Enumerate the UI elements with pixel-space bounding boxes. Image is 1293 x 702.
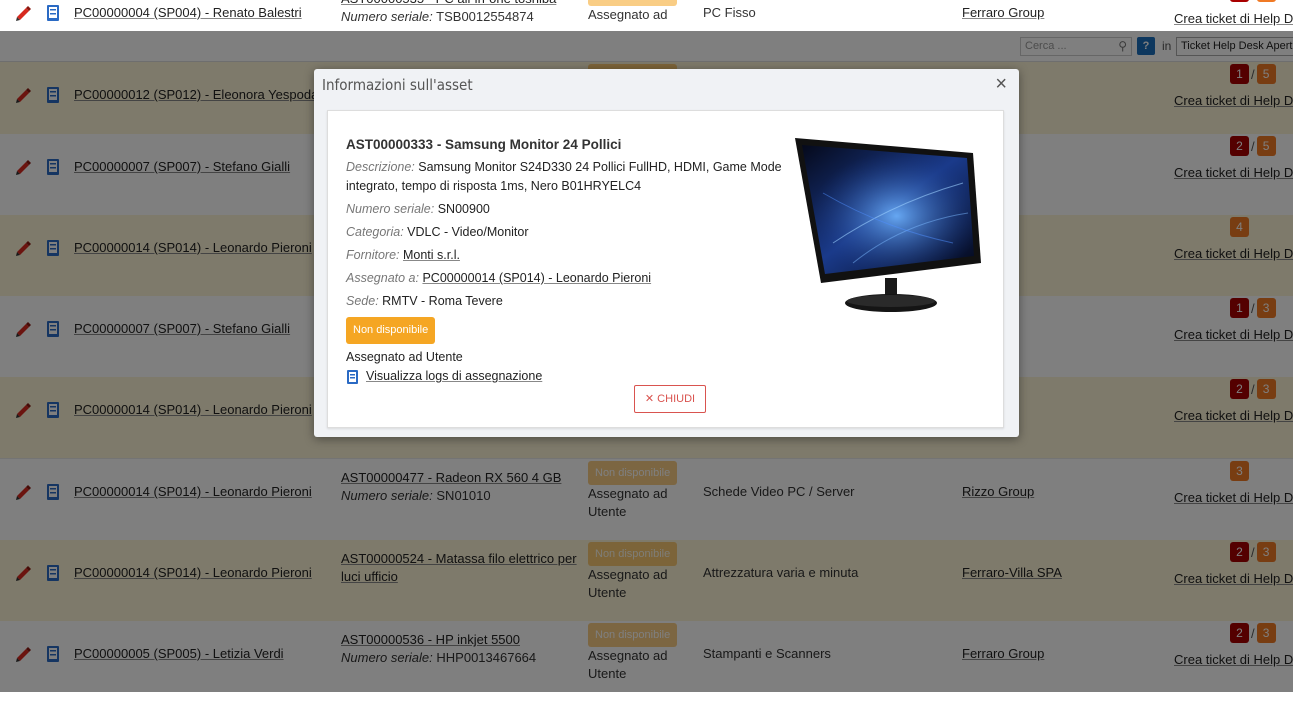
asset-info-modal: Informazioni sull'asset × AST00000333 - …: [314, 69, 1019, 437]
pc-link[interactable]: PC00000004 (SP004) - Renato Balestri: [74, 5, 302, 20]
site-value: RMTV - Roma Tevere: [382, 294, 503, 308]
assigned-row: Assegnato a: PC00000014 (SP014) - Leonar…: [346, 269, 786, 288]
logs-row: Visualizza logs di assegnazione: [346, 367, 786, 386]
close-button[interactable]: ✕ CHIUDI: [634, 385, 706, 413]
view-logs-link[interactable]: Visualizza logs di assegnazione: [366, 367, 542, 386]
count-total[interactable]: 5: [1256, 0, 1276, 2]
status-badge: Non disponibile: [588, 0, 678, 6]
assigned-to-user: Assegnato ad Utente: [346, 350, 463, 364]
description-label: Descrizione:: [346, 160, 415, 174]
asset-link[interactable]: AST00000535 - PC all-in-one toshiba: [341, 0, 556, 6]
category-cell: PC Fisso: [703, 5, 756, 20]
supplier-label: Fornitore:: [346, 248, 400, 262]
asset-title: AST00000333 - Samsung Monitor 24 Pollici: [346, 137, 622, 152]
book-icon: [347, 369, 358, 384]
serial-label: Numero seriale:: [346, 202, 435, 216]
create-ticket-link[interactable]: Crea ticket di Help Desk: [1174, 11, 1293, 26]
monitor-image: [795, 138, 981, 312]
assigned-text: Assegnato ad: [588, 7, 668, 22]
close-icon[interactable]: ×: [995, 73, 1007, 96]
category-value: VDLC - Video/Monitor: [407, 225, 529, 239]
category-label: Categoria:: [346, 225, 404, 239]
book-icon[interactable]: [46, 4, 62, 22]
modal-body: AST00000333 - Samsung Monitor 24 Pollici…: [327, 110, 1004, 428]
supplier-row: Fornitore: Monti s.r.l.: [346, 246, 786, 265]
status-badge: Non disponibile: [346, 317, 436, 344]
serial-value: SN00900: [437, 202, 490, 216]
asset-cell: AST00000535 - PC all-in-one toshiba Nume…: [341, 0, 556, 26]
status-cell: Non disponibile Assegnato ad: [588, 0, 678, 24]
table-row: PC00000004 (SP004) - Renato Balestri AST…: [0, 0, 1293, 31]
category-row: Categoria: VDLC - Video/Monitor: [346, 223, 786, 242]
description-row: Descrizione: Samsung Monitor S24D330 24 …: [346, 158, 786, 196]
site-label: Sede:: [346, 294, 379, 308]
serial-label: Numero seriale:: [341, 9, 433, 24]
assigned-label: Assegnato a:: [346, 271, 419, 285]
supplier-link[interactable]: Monti s.r.l.: [403, 248, 460, 262]
count-open[interactable]: 2: [1230, 0, 1249, 2]
serial-row: Numero seriale: SN00900: [346, 200, 786, 219]
serial-value: TSB0012554874: [436, 9, 534, 24]
modal-title: Informazioni sull'asset: [322, 76, 473, 94]
asset-info: AST00000333 - Samsung Monitor 24 Pollici…: [346, 135, 786, 386]
assigned-link[interactable]: PC00000014 (SP014) - Leonardo Pieroni: [422, 271, 651, 285]
ticket-counts: 2/ 5: [1230, 0, 1276, 2]
pencil-icon[interactable]: [14, 4, 32, 22]
site-row: Sede: RMTV - Roma Tevere: [346, 292, 786, 311]
supplier-link[interactable]: Ferraro Group: [962, 5, 1044, 20]
